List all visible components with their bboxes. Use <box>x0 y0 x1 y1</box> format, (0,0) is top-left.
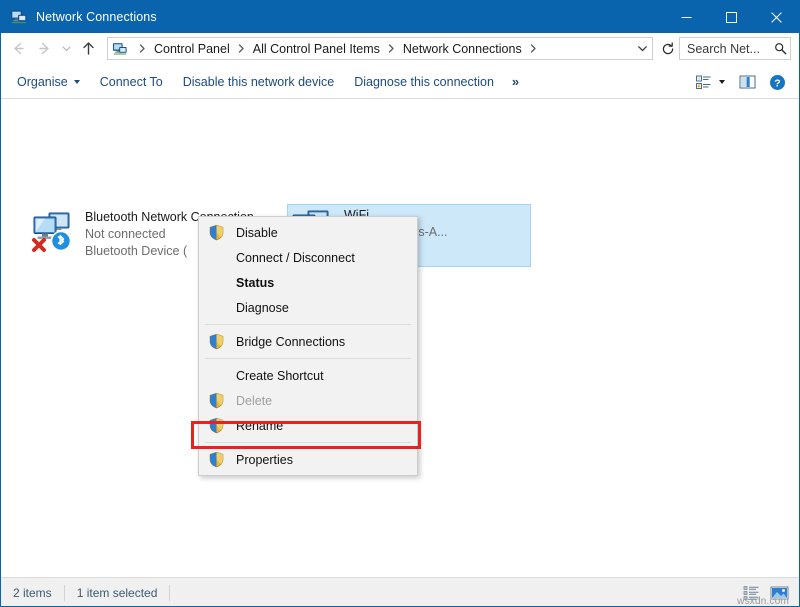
caption-buttons <box>664 1 799 33</box>
shield-icon <box>203 451 229 468</box>
connections-list[interactable]: Bluetooth Network Connection Not connect… <box>1 99 799 577</box>
forward-icon[interactable] <box>31 36 57 62</box>
change-view-icon[interactable] <box>689 69 717 95</box>
context-menu-label: Diagnose <box>229 301 289 315</box>
close-button[interactable] <box>754 1 799 33</box>
context-menu-separator <box>205 324 411 325</box>
window-title: Network Connections <box>36 10 157 24</box>
context-menu-label: Create Shortcut <box>229 369 324 383</box>
context-menu-item-diagnose[interactable]: Diagnose <box>199 295 417 320</box>
toolbar-overflow-chevron-icon[interactable]: » <box>504 72 526 91</box>
toolbar-right-group: ? <box>689 65 791 99</box>
status-divider <box>169 585 170 601</box>
recent-locations-chevron-down-icon[interactable] <box>57 36 75 62</box>
help-icon[interactable]: ? <box>763 69 791 95</box>
shield-icon <box>203 224 229 241</box>
preview-pane-icon[interactable] <box>733 69 761 95</box>
toolbar-organise-label: Organise <box>17 75 68 89</box>
context-menu-label: Bridge Connections <box>229 335 345 349</box>
toolbar-connect-to-label: Connect To <box>100 75 163 89</box>
shield-icon <box>203 417 229 434</box>
context-menu-item-connect-disconnect[interactable]: Connect / Disconnect <box>199 245 417 270</box>
context-menu-label: Status <box>229 276 274 290</box>
search-input[interactable]: Search Net... <box>679 37 791 60</box>
breadcrumb-control-panel[interactable]: Control Panel <box>153 42 231 56</box>
navigation-bar: Control Panel All Control Panel Items Ne… <box>1 33 799 65</box>
context-menu-item-disable[interactable]: Disable <box>199 220 417 245</box>
minimize-button[interactable] <box>664 1 709 33</box>
address-bar[interactable]: Control Panel All Control Panel Items Ne… <box>107 37 653 60</box>
toolbar-diagnose-connection[interactable]: Diagnose this connection <box>344 71 504 93</box>
change-view-chevron-down-icon[interactable] <box>719 80 725 84</box>
context-menu-label: Rename <box>229 419 283 433</box>
context-menu-item-bridge-connections[interactable]: Bridge Connections <box>199 329 417 354</box>
bluetooth-network-adapter-icon <box>29 209 79 255</box>
context-menu-label: Connect / Disconnect <box>229 251 355 265</box>
refresh-icon[interactable] <box>657 37 679 60</box>
maximize-button[interactable] <box>709 1 754 33</box>
breadcrumb-all-control-panel-items[interactable]: All Control Panel Items <box>252 42 381 56</box>
toolbar-connect-to[interactable]: Connect To <box>90 71 173 93</box>
toolbar-organise[interactable]: Organise <box>7 71 90 93</box>
context-menu-label: Delete <box>229 394 272 408</box>
title-bar: Network Connections <box>1 1 799 33</box>
toolbar-disable-device[interactable]: Disable this network device <box>173 71 344 93</box>
breadcrumb-separator-icon[interactable] <box>231 44 252 53</box>
breadcrumb-network-connections[interactable]: Network Connections <box>402 42 523 56</box>
svg-text:?: ? <box>774 77 780 89</box>
watermark: wsxdn.com <box>737 596 789 607</box>
context-menu-item-rename[interactable]: Rename <box>199 413 417 438</box>
network-connections-window: Network Connections <box>0 0 800 607</box>
context-menu-item-properties[interactable]: Properties <box>199 447 417 472</box>
command-toolbar: Organise Connect To Disable this network… <box>1 65 799 99</box>
context-menu-label: Properties <box>229 453 293 467</box>
shield-icon <box>203 392 229 409</box>
toolbar-disable-device-label: Disable this network device <box>183 75 334 89</box>
breadcrumb-separator-icon[interactable] <box>381 44 402 53</box>
up-icon[interactable] <box>75 36 101 62</box>
back-icon[interactable] <box>5 36 31 62</box>
status-selection-count: 1 item selected <box>65 584 170 602</box>
breadcrumb-separator-icon[interactable] <box>132 44 153 53</box>
context-menu-item-create-shortcut[interactable]: Create Shortcut <box>199 363 417 388</box>
context-menu-item-delete: Delete <box>199 388 417 413</box>
breadcrumb-separator-icon[interactable] <box>523 44 544 53</box>
toolbar-diagnose-connection-label: Diagnose this connection <box>354 75 494 89</box>
network-connections-icon <box>10 8 28 26</box>
context-menu[interactable]: Disable Connect / Disconnect Status Diag… <box>198 216 418 476</box>
status-bar: 2 items 1 item selected <box>1 577 799 607</box>
context-menu-separator <box>205 358 411 359</box>
search-placeholder: Search Net... <box>680 42 770 56</box>
search-icon[interactable] <box>770 39 790 59</box>
context-menu-label: Disable <box>229 226 278 240</box>
address-network-icon <box>112 41 128 57</box>
shield-icon <box>203 333 229 350</box>
context-menu-separator <box>205 442 411 443</box>
status-item-count: 2 items <box>1 584 64 602</box>
chevron-down-icon <box>74 80 80 84</box>
context-menu-item-status[interactable]: Status <box>199 270 417 295</box>
address-chevron-down-icon[interactable] <box>632 38 652 59</box>
